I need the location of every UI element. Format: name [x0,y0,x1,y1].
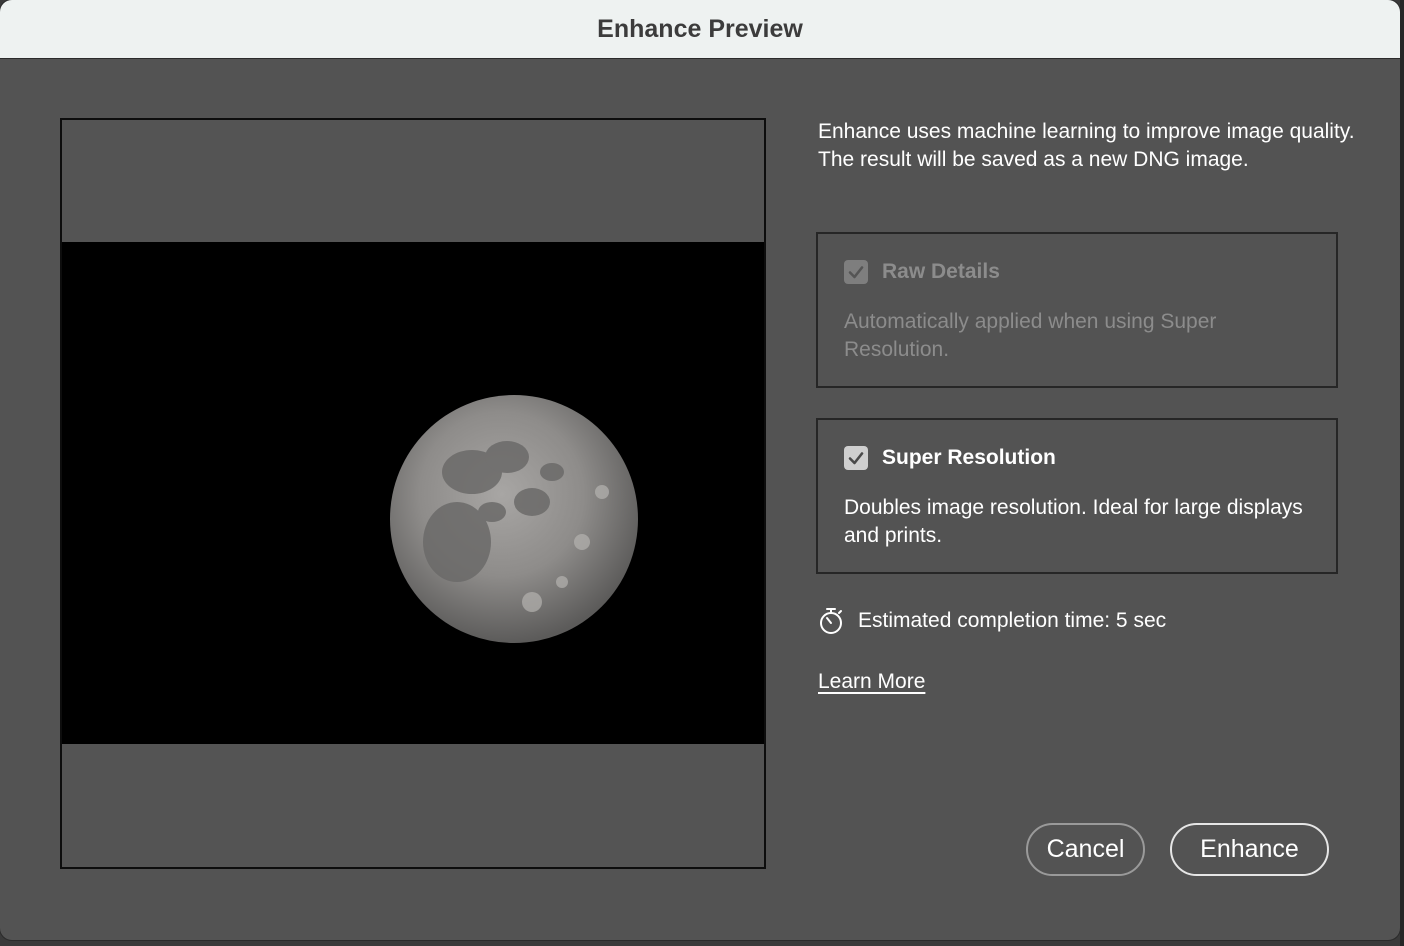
stopwatch-icon [818,606,844,636]
moon-photo [62,242,764,744]
raw-details-option: Raw Details Automatically applied when u… [816,232,1338,388]
estimated-time-text: Estimated completion time: 5 sec [858,609,1166,633]
preview-frame [60,118,766,869]
raw-details-label: Raw Details [882,260,1000,284]
cancel-button[interactable]: Cancel [1026,823,1145,876]
enhance-button[interactable]: Enhance [1170,823,1329,876]
background-window-edge [1400,0,1404,946]
super-resolution-description: Doubles image resolution. Ideal for larg… [844,494,1314,550]
enhance-preview-dialog: Enhance Preview [0,0,1400,940]
checkmark-icon [847,263,865,281]
raw-details-description: Automatically applied when using Super R… [844,308,1314,364]
estimated-time: Estimated completion time: 5 sec [818,606,1166,636]
title-bar[interactable]: Enhance Preview [0,0,1400,59]
preview-image[interactable] [62,242,764,744]
super-resolution-option: Super Resolution Doubles image resolutio… [816,418,1338,574]
super-resolution-checkbox[interactable] [844,446,868,470]
learn-more-link[interactable]: Learn More [818,670,925,694]
moon [390,395,638,643]
dialog-title: Enhance Preview [597,15,803,44]
super-resolution-label[interactable]: Super Resolution [882,446,1056,470]
raw-details-checkbox [844,260,868,284]
checkmark-icon [847,449,865,467]
description-text: Enhance uses machine learning to improve… [818,118,1358,174]
